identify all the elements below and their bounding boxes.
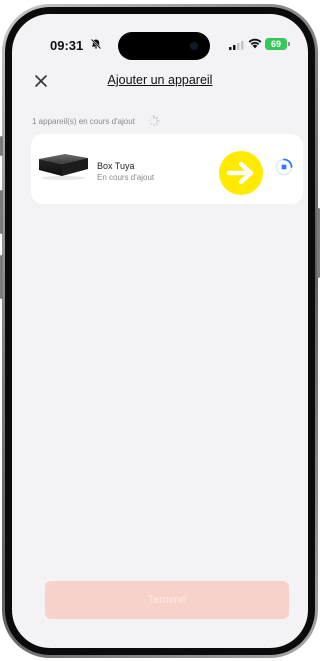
battery-tip xyxy=(288,42,290,46)
camera-icon xyxy=(190,42,198,50)
volume-up-button xyxy=(0,190,3,234)
device-status: En cours d'ajout xyxy=(97,173,155,182)
dynamic-island xyxy=(118,32,210,60)
finish-button[interactable]: Terminé xyxy=(45,581,289,619)
device-name: Box Tuya xyxy=(97,161,135,171)
battery-indicator: 69 xyxy=(265,38,287,50)
loading-spinner-icon xyxy=(148,115,160,127)
device-card[interactable]: Box Tuya En cours d'ajout xyxy=(31,134,303,204)
bell-off-icon xyxy=(90,38,102,50)
mute-switch xyxy=(0,136,3,156)
wifi-icon xyxy=(248,38,262,49)
arrow-right-icon xyxy=(219,151,263,195)
progress-spinner-icon xyxy=(275,158,293,176)
status-bar: 09:31 69 xyxy=(12,14,308,66)
adding-count-label: 1 appareil(s) en cours d'ajout xyxy=(32,117,135,126)
status-time: 09:31 xyxy=(50,38,84,53)
phone-bezel: 09:31 69 Ajouter un appareil 1 appareil(… xyxy=(5,7,315,655)
page-title: Ajouter un appareil xyxy=(107,73,213,87)
phone-frame: 09:31 69 Ajouter un appareil 1 appareil(… xyxy=(2,4,318,658)
tuya-box-device-image xyxy=(39,154,88,180)
volume-down-button xyxy=(0,255,3,299)
app-screen: 09:31 69 Ajouter un appareil 1 appareil(… xyxy=(12,14,308,648)
cellular-signal-icon xyxy=(229,41,244,50)
